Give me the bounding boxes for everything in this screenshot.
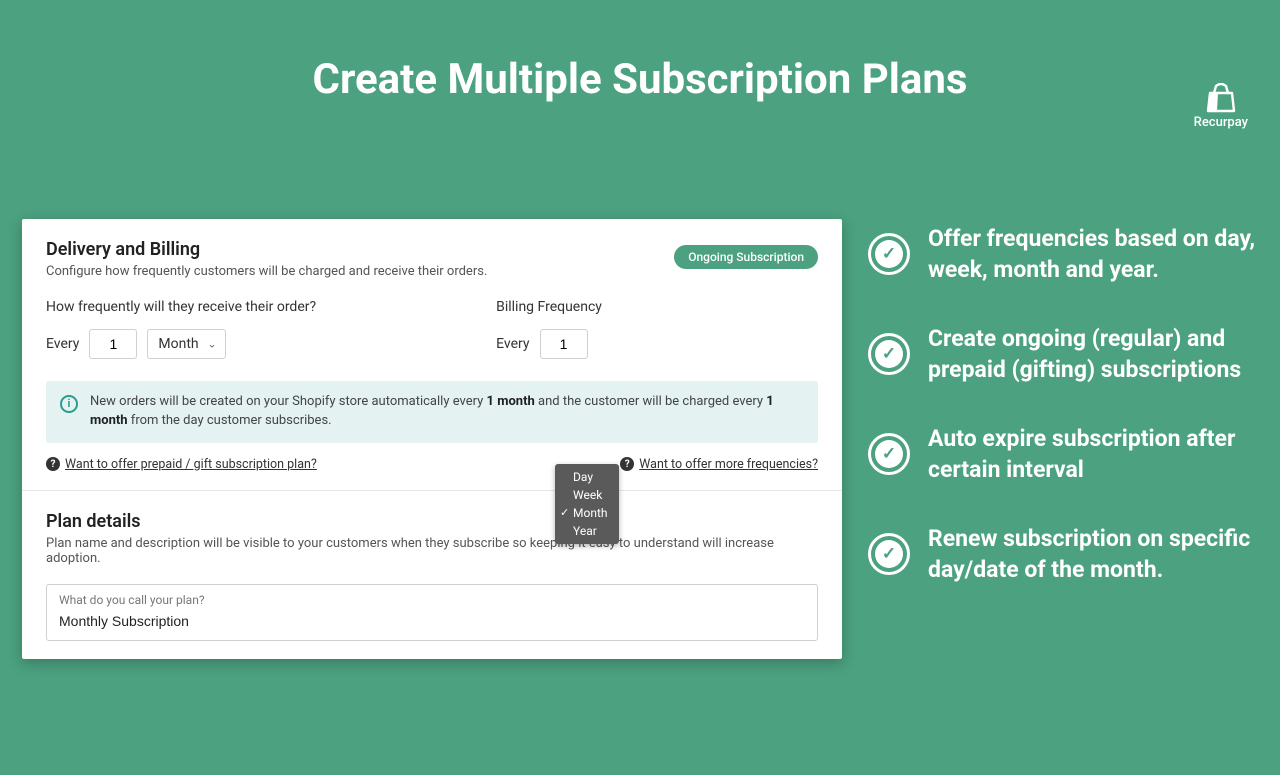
subscription-type-pill[interactable]: Ongoing Subscription	[674, 245, 818, 269]
every-label: Every	[496, 336, 529, 352]
question-icon: ?	[620, 457, 634, 471]
billing-frequency-label: Billing Frequency	[496, 299, 602, 315]
shopping-bag-icon	[1204, 83, 1238, 113]
feature-text: Auto expire subscription after certain i…	[928, 423, 1258, 485]
dropdown-option-year[interactable]: Year	[555, 522, 619, 540]
billing-frequency-input[interactable]	[540, 329, 588, 359]
feature-text: Offer frequencies based on day, week, mo…	[928, 223, 1258, 285]
billing-frequency-block: Billing Frequency Every	[496, 299, 602, 359]
question-icon: ?	[46, 457, 60, 471]
page-title: Create Multiple Subscription Plans	[0, 55, 1280, 104]
dropdown-option-month[interactable]: Month	[555, 504, 619, 522]
order-frequency-input[interactable]	[89, 329, 137, 359]
chevron-down-icon: ⌄	[207, 338, 216, 351]
dropdown-option-day[interactable]: Day	[555, 468, 619, 486]
order-frequency-block: How frequently will they receive their o…	[46, 299, 316, 359]
every-label: Every	[46, 336, 79, 352]
info-icon: i	[60, 395, 78, 413]
check-icon: ✓	[868, 433, 910, 475]
delivery-title: Delivery and Billing	[46, 239, 487, 260]
plan-desc: Plan name and description will be visibl…	[46, 536, 818, 566]
order-frequency-label: How frequently will they receive their o…	[46, 299, 316, 315]
order-unit-value: Month	[158, 336, 198, 352]
delivery-billing-section: Delivery and Billing Configure how frequ…	[22, 219, 842, 491]
feature-text: Create ongoing (regular) and prepaid (gi…	[928, 323, 1258, 385]
check-icon: ✓	[868, 233, 910, 275]
dropdown-option-week[interactable]: Week	[555, 486, 619, 504]
more-frequencies-help-link[interactable]: ? Want to offer more frequencies?	[620, 457, 818, 472]
info-text: New orders will be created on your Shopi…	[90, 393, 804, 431]
delivery-desc: Configure how frequently customers will …	[46, 264, 487, 279]
plan-name-field[interactable]: What do you call your plan?	[46, 584, 818, 641]
feature-item: ✓ Auto expire subscription after certain…	[868, 423, 1258, 485]
billing-unit-dropdown[interactable]: Day Week Month Year	[555, 464, 619, 544]
plan-title: Plan details	[46, 511, 818, 532]
feature-item: ✓ Offer frequencies based on day, week, …	[868, 223, 1258, 285]
feature-item: ✓ Renew subscription on specific day/dat…	[868, 523, 1258, 585]
feature-list: ✓ Offer frequencies based on day, week, …	[868, 223, 1258, 623]
feature-item: ✓ Create ongoing (regular) and prepaid (…	[868, 323, 1258, 385]
feature-text: Renew subscription on specific day/date …	[928, 523, 1258, 585]
check-icon: ✓	[868, 533, 910, 575]
brand-name: Recurpay	[1194, 115, 1248, 130]
plan-name-label: What do you call your plan?	[59, 593, 805, 607]
plan-details-section: Plan details Plan name and description w…	[22, 491, 842, 659]
plan-name-input[interactable]	[59, 613, 805, 629]
settings-panel: Delivery and Billing Configure how frequ…	[22, 219, 842, 659]
brand-logo: Recurpay	[1194, 83, 1248, 130]
order-unit-select[interactable]: Month ⌄	[147, 329, 225, 359]
info-banner: i New orders will be created on your Sho…	[46, 381, 818, 443]
check-icon: ✓	[868, 333, 910, 375]
prepaid-help-link[interactable]: ? Want to offer prepaid / gift subscript…	[46, 457, 317, 472]
